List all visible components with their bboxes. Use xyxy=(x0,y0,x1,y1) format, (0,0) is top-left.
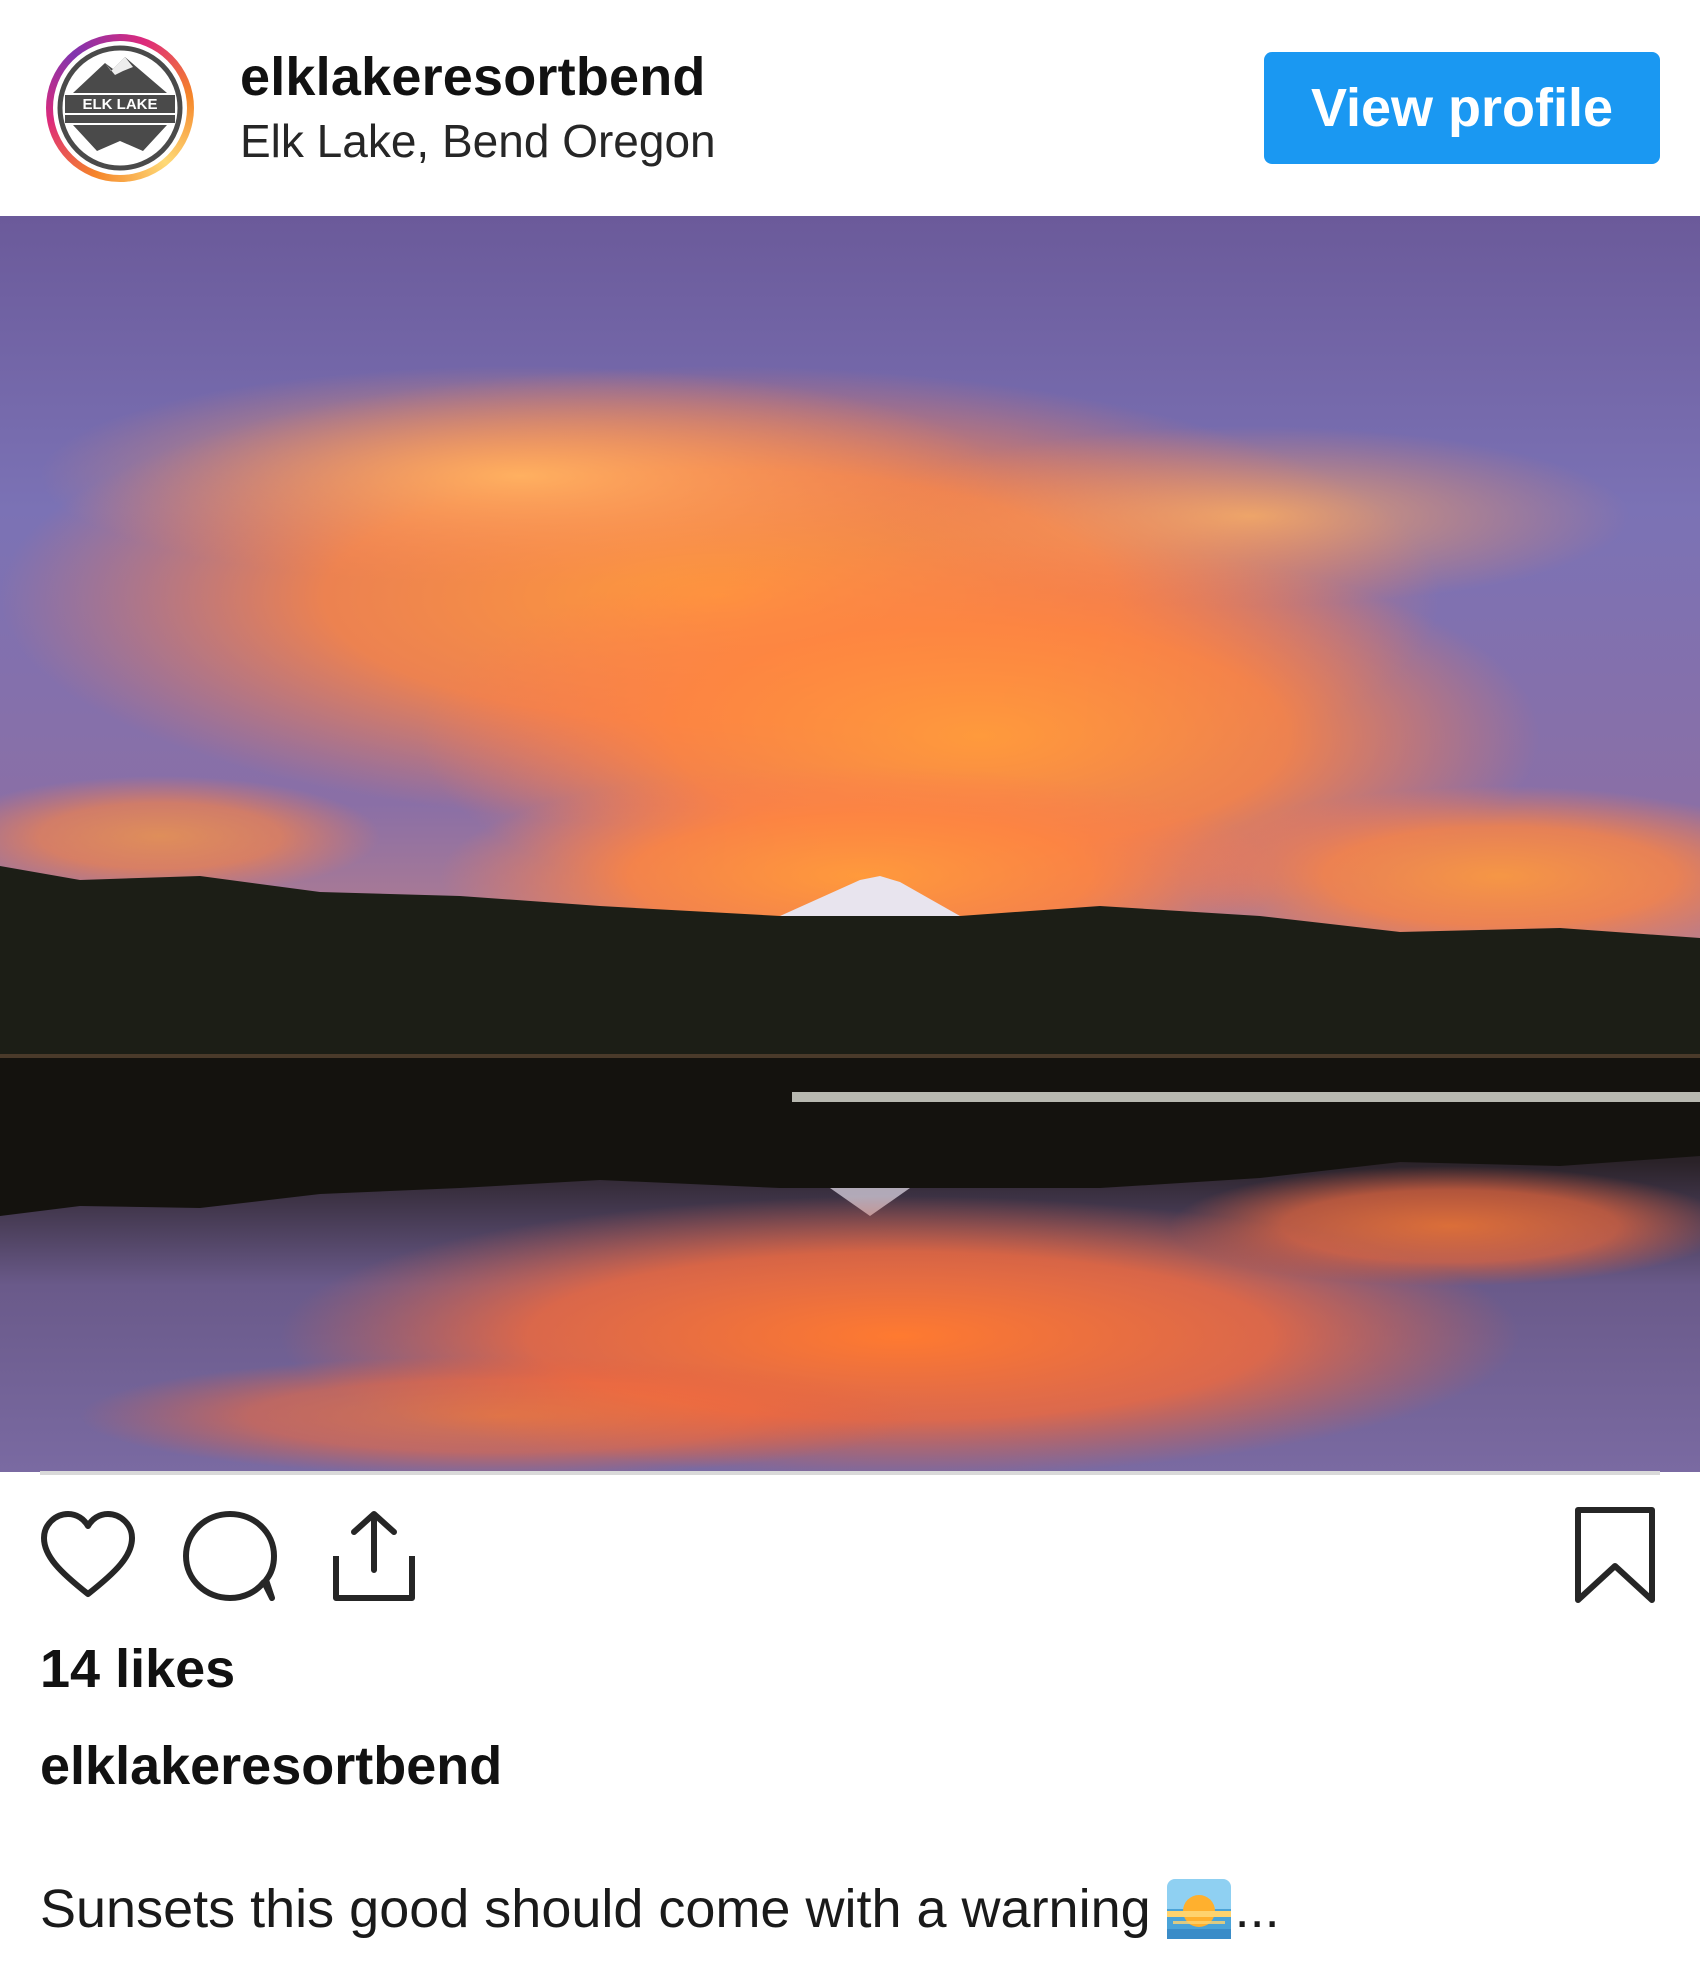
caption: Sunsets this good should come with a war… xyxy=(40,1878,1280,1940)
post-header: ELK LAKE elklakeresortbend Elk Lake, Ben… xyxy=(0,0,1700,216)
share-icon[interactable] xyxy=(326,1508,422,1604)
caption-username[interactable]: elklakeresortbend xyxy=(40,1735,502,1797)
caption-more[interactable]: ... xyxy=(1235,1878,1280,1940)
avatar[interactable]: ELK LAKE xyxy=(46,34,194,182)
comment-icon[interactable] xyxy=(180,1508,280,1604)
username[interactable]: elklakeresortbend xyxy=(240,46,706,108)
svg-text:ELK LAKE: ELK LAKE xyxy=(83,96,158,113)
sunrise-emoji-icon xyxy=(1166,1879,1231,1939)
post-photo[interactable] xyxy=(0,216,1700,1472)
elk-lake-logo: ELK LAKE xyxy=(53,41,187,175)
divider xyxy=(40,1471,1660,1475)
caption-text: Sunsets this good should come with a war… xyxy=(40,1879,1151,1939)
bookmark-icon[interactable] xyxy=(1574,1506,1656,1606)
heart-icon[interactable] xyxy=(40,1510,136,1600)
view-profile-button[interactable]: View profile xyxy=(1264,52,1660,164)
location[interactable]: Elk Lake, Bend Oregon xyxy=(240,114,716,168)
likes-count[interactable]: 14 likes xyxy=(40,1638,235,1700)
